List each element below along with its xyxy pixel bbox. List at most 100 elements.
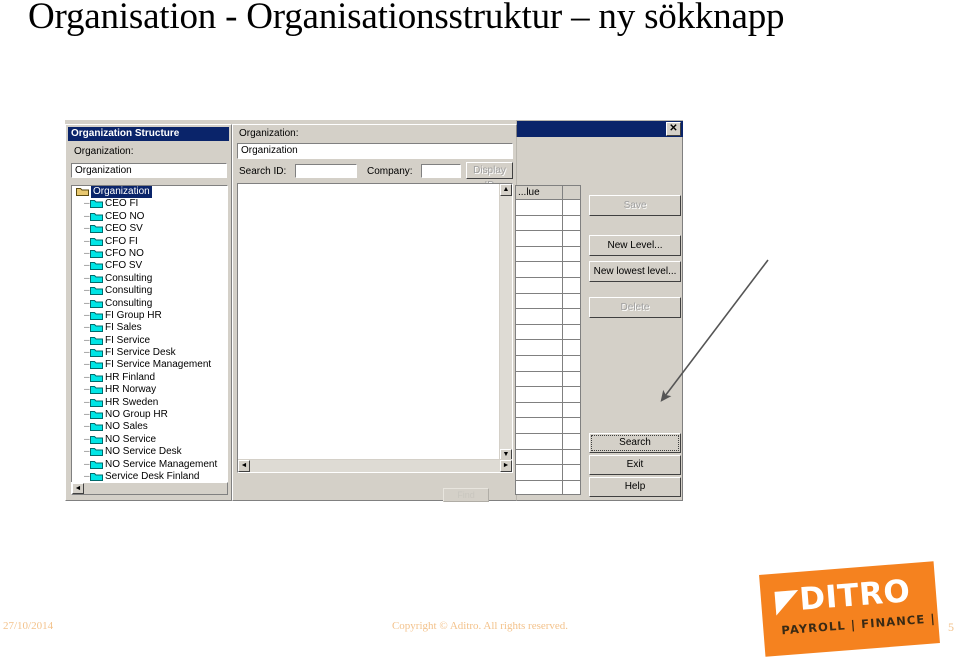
column-divider [562,309,563,324]
find-button[interactable]: Find [443,488,489,502]
display-id-button[interactable]: Display ID [466,162,513,191]
folder-icon [90,260,103,271]
tree-item[interactable]: – NO Service Desk [72,446,227,458]
tree-item-label: CEO FI [105,198,139,210]
help-button[interactable]: Help [589,477,681,497]
grid-row[interactable] [516,402,580,419]
tree-item[interactable]: – CEO SV [72,223,227,235]
tree-item[interactable]: – CEO FI [72,198,227,210]
folder-icon [90,322,103,333]
grid-row[interactable] [516,480,580,494]
list-horizontal-scrollbar[interactable]: ◄ ► [238,459,512,472]
organization-result-list[interactable]: ▲ ▼ ◄ ► [237,183,513,473]
tree-item[interactable]: – NO Group HR [72,409,227,421]
actions-panel: ...lue Save New Level... New lowest leve… [515,137,683,501]
scroll-up-icon[interactable]: ▲ [500,184,512,196]
tree-item[interactable]: – FI Group HR [72,310,227,322]
column-divider [562,215,563,231]
folder-icon [90,446,103,457]
column-divider [562,231,563,246]
exit-button[interactable]: Exit [589,455,681,475]
folder-icon [90,310,103,320]
tree-item[interactable]: – NO Service [72,434,227,446]
folder-icon [90,421,103,432]
folder-icon [90,459,103,469]
tree-item[interactable]: – NO Service Management [72,459,227,471]
grid-row[interactable] [516,371,580,388]
grid-row[interactable] [516,200,580,216]
value-grid[interactable]: ...lue [515,185,581,495]
folder-icon [90,409,103,420]
organization-input[interactable]: Organization [237,143,513,159]
grid-row[interactable] [516,418,580,434]
folder-icon [90,248,103,258]
tree-item[interactable]: – FI Service Management [72,359,227,371]
folder-icon [90,434,103,444]
tree-item[interactable]: – FI Service [72,335,227,347]
tree-item[interactable]: – HR Norway [72,384,227,396]
save-button[interactable]: Save [589,195,681,216]
folder-icon [90,211,103,221]
grid-row[interactable] [516,262,580,278]
tree-item[interactable]: – FI Sales [72,322,227,334]
tree-item-label: CEO NO [105,210,145,222]
close-icon[interactable]: ✕ [666,122,681,136]
column-divider [562,340,563,355]
grid-row[interactable] [516,465,580,481]
folder-icon [90,335,103,345]
search-id-label: Search ID: [239,166,287,177]
organization-tree[interactable]: Organization – CEO FI – CEO NO – CEO SV – CFO FI… [71,185,228,492]
tree-item-label: Consulting [105,297,153,309]
scroll-right-icon[interactable]: ► [500,460,512,472]
application-window-screenshot: ✕ Organization Structure Organization: O… [65,120,683,502]
left-organization-input[interactable]: Organization [71,163,227,178]
column-divider [562,277,563,293]
tree-item-label: NO Group HR [105,409,168,421]
tree-item[interactable]: – CEO NO [72,211,227,223]
tree-item[interactable]: – Consulting [72,298,227,310]
organization-structure-panel: Organization Structure Organization: Org… [65,124,232,501]
grid-row[interactable] [516,355,580,372]
tree-item-root[interactable]: Organization [72,186,227,199]
scroll-left-icon[interactable]: ◄ [72,483,84,494]
scroll-left-icon[interactable]: ◄ [238,460,250,472]
grid-row[interactable] [516,215,580,232]
grid-row[interactable] [516,449,580,466]
company-input[interactable] [421,164,461,178]
search-id-input[interactable] [295,164,357,178]
tree-item[interactable]: – Consulting [72,285,227,297]
column-divider [562,387,563,402]
tree-item[interactable]: – CFO SV [72,260,227,272]
delete-button[interactable]: Delete [589,297,681,318]
grid-row[interactable] [516,293,580,310]
new-level-button[interactable]: New Level... [589,235,681,256]
grid-row[interactable] [516,340,580,356]
tree-item-label: NO Sales [105,421,148,433]
tree-item-label: Organization [91,186,152,199]
tree-item[interactable]: – CFO FI [72,236,227,248]
folder-icon [90,347,103,358]
grid-row[interactable] [516,309,580,325]
list-vertical-scrollbar[interactable]: ▲ ▼ [499,184,512,461]
tree-item[interactable]: – CFO NO [72,248,227,260]
grid-row[interactable] [516,231,580,247]
grid-row[interactable] [516,246,580,263]
grid-row[interactable] [516,277,580,294]
tree-item[interactable]: – Consulting [72,273,227,285]
folder-icon [90,198,103,209]
tree-item-label: CEO SV [105,223,143,235]
folder-icon [90,298,103,308]
tree-item[interactable]: – HR Finland [72,372,227,384]
column-divider [562,449,563,465]
tree-item[interactable]: – HR Sweden [72,397,227,409]
grid-row[interactable] [516,433,580,450]
tree-item-label: FI Group HR [105,309,162,321]
search-button[interactable]: Search [589,433,681,453]
grid-row[interactable] [516,387,580,403]
tree-item-label: HR Sweden [105,396,159,408]
tree-horizontal-scrollbar[interactable]: ◄ [71,482,228,495]
new-lowest-level-button[interactable]: New lowest level... [589,261,681,282]
tree-item[interactable]: – NO Sales [72,421,227,433]
tree-item[interactable]: – FI Service Desk [72,347,227,359]
grid-row[interactable] [516,324,580,341]
